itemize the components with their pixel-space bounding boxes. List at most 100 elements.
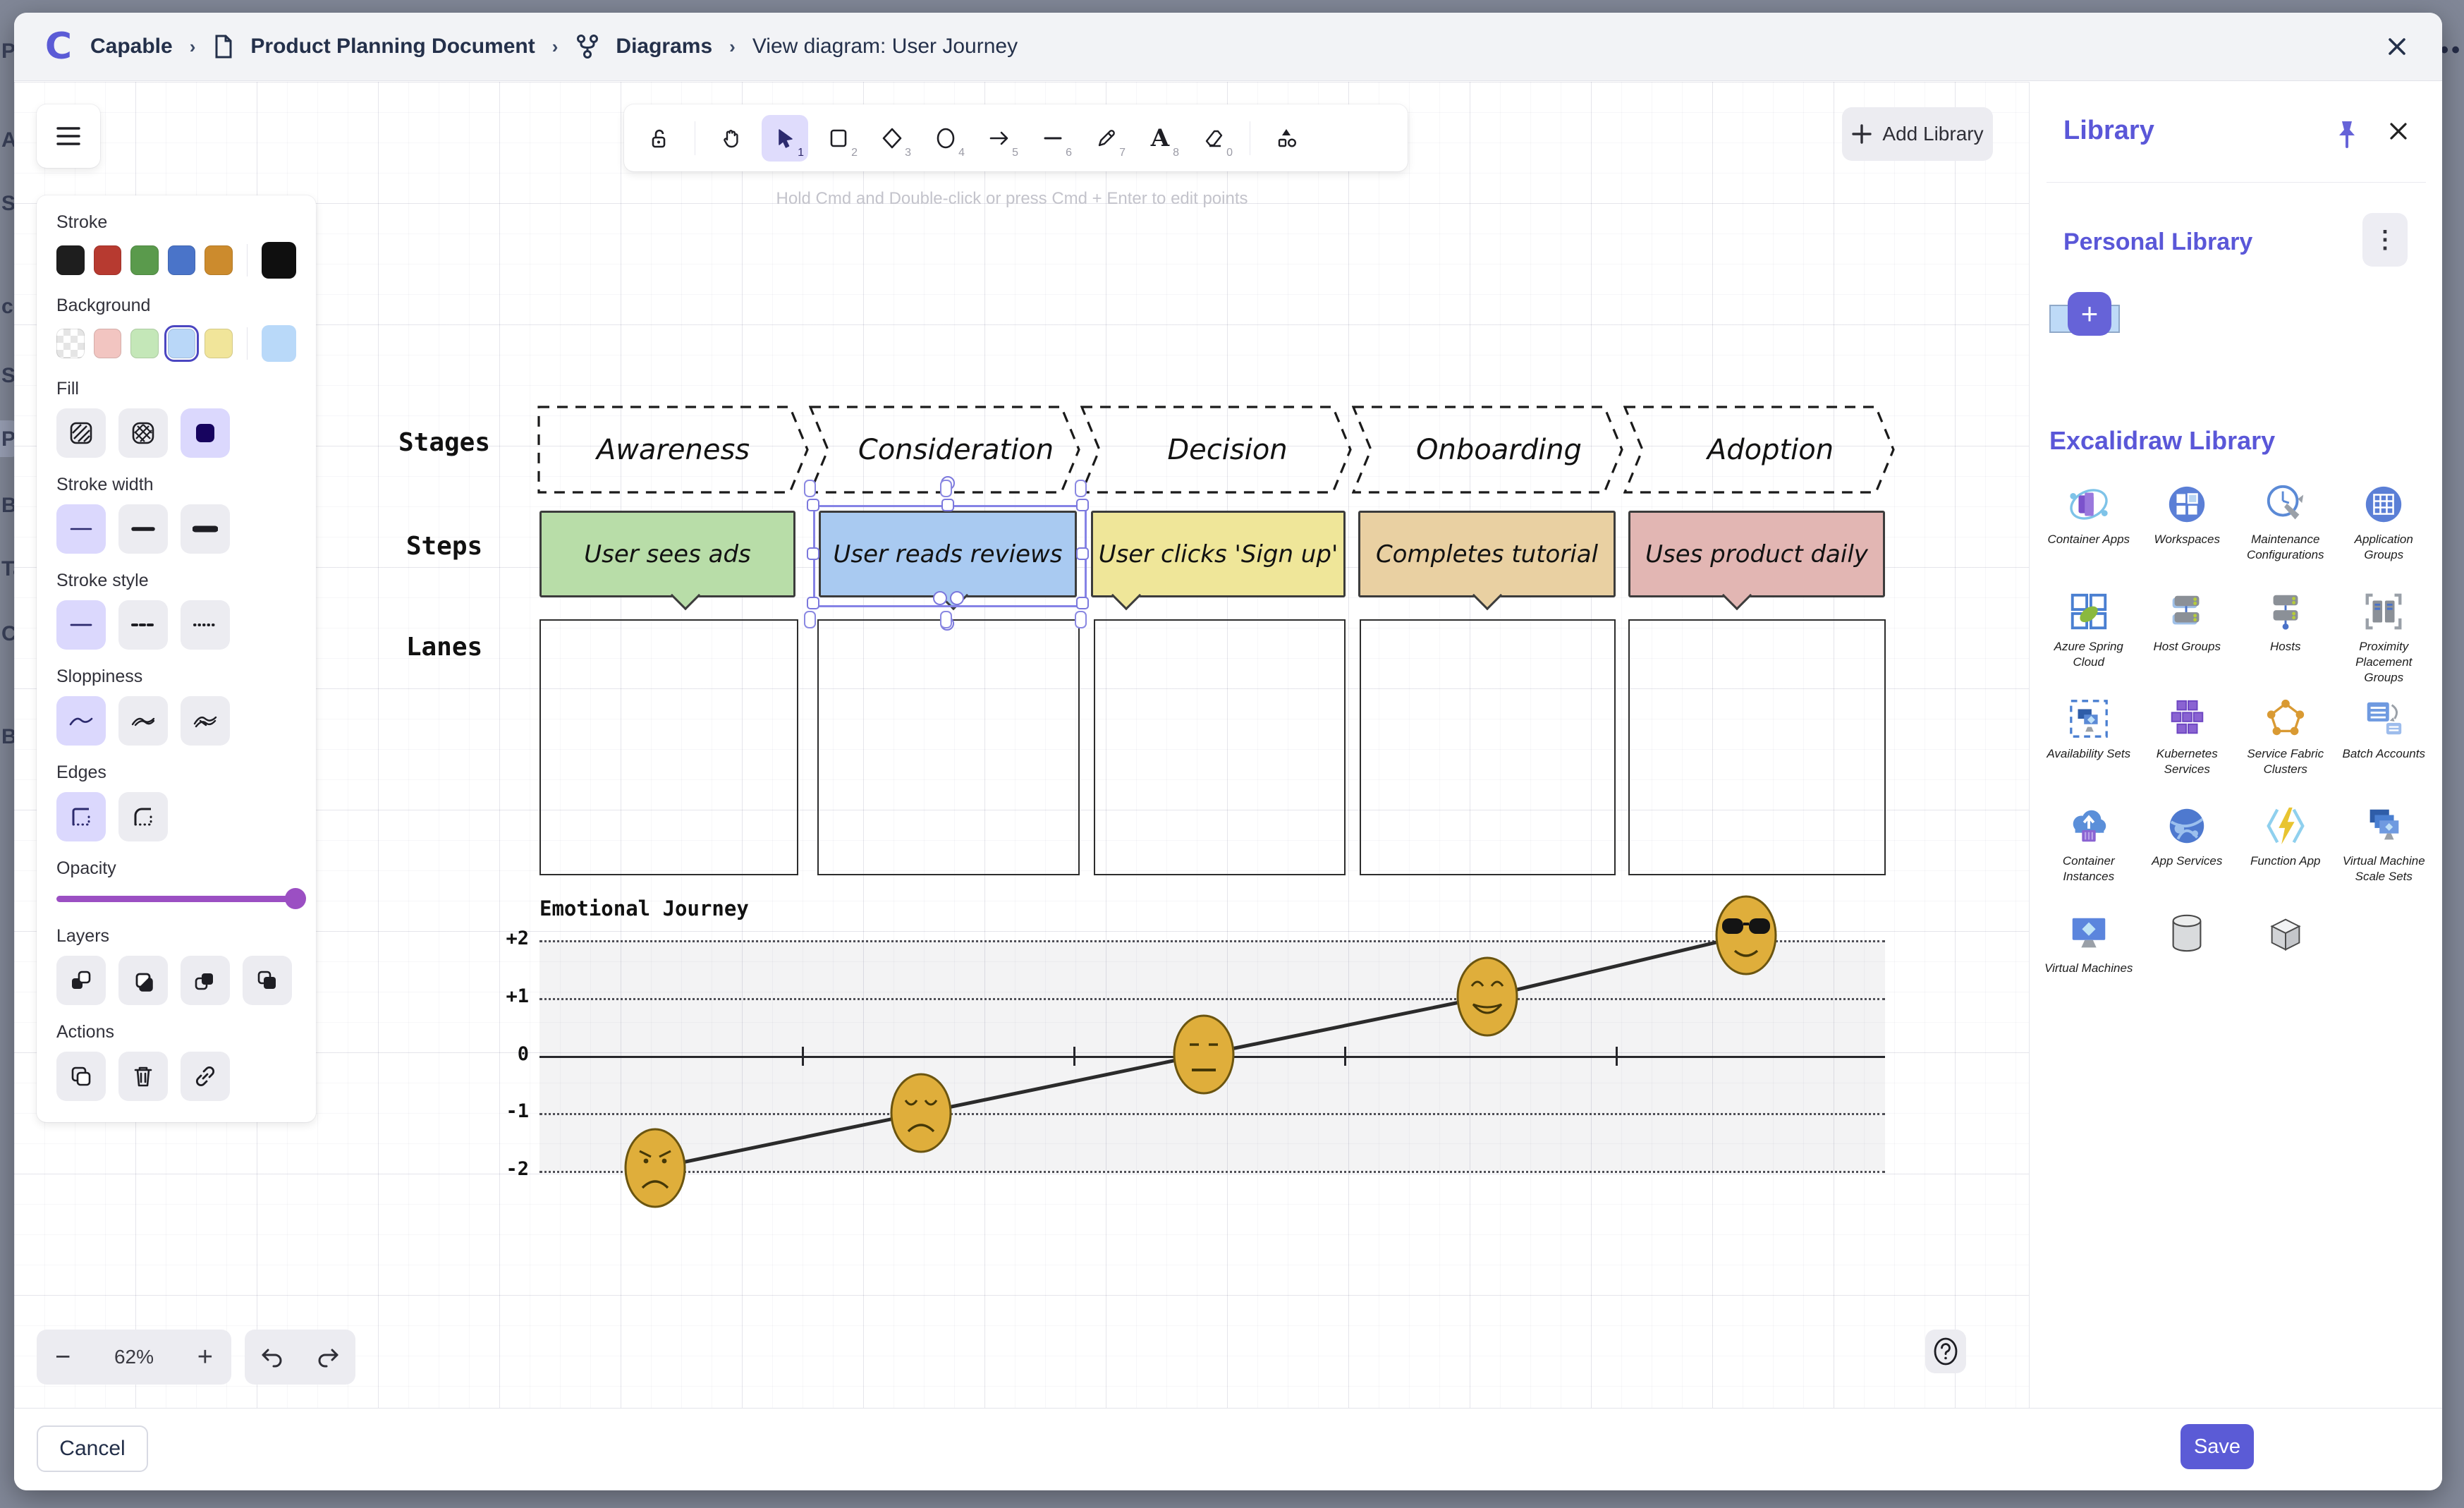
tool-diamond[interactable]: 3 [869,115,915,162]
save-button[interactable]: Save [2181,1424,2254,1469]
emoji-angry[interactable] [626,1129,685,1207]
add-library-button[interactable]: Add Library [1842,107,1993,161]
selection-handle-sw[interactable] [807,597,819,609]
edges-sharp-button[interactable] [56,792,106,841]
tool-more-shapes[interactable] [1263,115,1310,162]
library-item[interactable]: Kubernetes Services [2138,695,2237,801]
selection-handle-w[interactable] [807,547,819,560]
sloppiness-artist-button[interactable] [118,696,168,746]
stroke-width-thin-button[interactable] [56,504,106,554]
fill-crosshatch-button[interactable] [118,408,168,458]
emoji-cool[interactable] [1716,896,1776,974]
tool-ellipse[interactable]: 4 [922,115,969,162]
library-item[interactable]: Container Apps [2039,481,2138,587]
library-close-icon[interactable] [2386,118,2411,144]
tool-draw[interactable]: 7 [1083,115,1130,162]
tool-selection[interactable]: 1 [762,115,808,162]
background-color-swatch[interactable] [130,329,159,358]
lane-box[interactable] [817,619,1080,875]
zoom-in-button[interactable]: + [197,1344,213,1370]
stroke-color-swatch[interactable] [130,245,159,275]
bring-forward-button[interactable] [181,956,230,1005]
selection-handle-nw[interactable] [807,499,819,511]
opacity-knob[interactable] [285,888,306,909]
library-item[interactable]: Batch Accounts [2335,695,2434,801]
cancel-button[interactable]: Cancel [37,1425,148,1472]
sloppiness-architect-button[interactable] [56,696,106,746]
edges-round-button[interactable] [118,792,168,841]
stage-shape[interactable]: Adoption [1623,406,1895,494]
library-item[interactable] [2236,910,2335,1016]
lane-box[interactable] [1360,619,1616,875]
stroke-width-bold-button[interactable] [118,504,168,554]
background-color-swatch[interactable] [205,329,233,358]
modal-close-icon[interactable] [2381,31,2413,62]
zoom-out-button[interactable]: − [55,1344,71,1370]
background-color-swatch-transparent[interactable] [56,329,85,358]
step-bubble[interactable]: User sees ads [539,511,795,597]
lane-box[interactable] [1628,619,1886,875]
step-bubble[interactable]: Uses product daily [1628,511,1885,597]
menu-button[interactable] [37,104,100,168]
send-backward-button[interactable] [118,956,168,1005]
library-item[interactable] [2138,910,2237,1016]
emoji-neutral[interactable] [1174,1016,1233,1093]
emoji-happy[interactable] [1458,958,1517,1035]
library-item[interactable]: Container Instances [2039,803,2138,908]
selection-handle-se[interactable] [1076,597,1089,609]
library-item[interactable]: App Services [2138,803,2237,908]
step-bubble[interactable]: Completes tutorial [1358,511,1616,597]
excalidraw-canvas[interactable]: 1 2 3 4 5 6 7 [14,82,2029,1409]
tool-lock[interactable] [635,115,682,162]
breadcrumb-document[interactable]: Product Planning Document [250,35,535,59]
stroke-color-swatch[interactable] [168,245,196,275]
undo-button[interactable] [260,1346,285,1368]
library-item[interactable]: Maintenance Configurations [2236,481,2335,587]
selection-handle-s[interactable] [933,591,947,605]
link-button[interactable] [181,1052,230,1101]
library-item[interactable]: Azure Spring Cloud [2039,588,2138,694]
sloppiness-cartoonist-button[interactable] [181,696,230,746]
background-color-swatch[interactable] [94,329,122,358]
stroke-color-swatch[interactable] [205,245,233,275]
stroke-current-color[interactable] [262,242,296,279]
tool-hand[interactable] [708,115,755,162]
fill-solid-button[interactable] [181,408,230,458]
duplicate-button[interactable] [56,1052,106,1101]
tail-point-handle[interactable] [950,591,964,605]
stage-shape[interactable]: Awareness [537,406,809,494]
library-item[interactable]: Virtual Machine Scale Sets [2335,803,2434,908]
library-item[interactable]: Service Fabric Clusters [2236,695,2335,801]
library-item[interactable]: Availability Sets [2039,695,2138,801]
stage-shape[interactable]: Onboarding [1352,406,1623,494]
library-item[interactable]: Workspaces [2138,481,2237,587]
tool-line[interactable]: 6 [1030,115,1076,162]
tool-text[interactable]: A 8 [1137,115,1183,162]
selection-handle-e[interactable] [1076,547,1089,560]
help-button[interactable] [1925,1330,1966,1373]
library-item[interactable]: Function App [2236,803,2335,908]
opacity-slider[interactable] [56,888,303,909]
stroke-style-dotted-button[interactable] [181,600,230,650]
send-to-back-button[interactable] [56,956,106,1005]
lane-box[interactable] [539,619,798,875]
tool-rectangle[interactable]: 2 [815,115,862,162]
tool-eraser[interactable]: 0 [1190,115,1237,162]
personal-library-menu-button[interactable]: ⋮ [2362,213,2408,267]
stroke-color-swatch[interactable] [56,245,85,275]
stroke-style-dashed-button[interactable] [118,600,168,650]
lane-box[interactable] [1094,619,1346,875]
selection-handle-ne[interactable] [1076,499,1089,511]
bring-to-front-button[interactable] [243,956,292,1005]
breadcrumb-section[interactable]: Diagrams [616,35,712,59]
stroke-style-solid-button[interactable] [56,600,106,650]
emoji-sad[interactable] [891,1074,951,1152]
stroke-color-swatch[interactable] [94,245,122,275]
fill-hachure-button[interactable] [56,408,106,458]
library-item[interactable]: Host Groups [2138,588,2237,694]
library-item[interactable]: Hosts [2236,588,2335,694]
step-bubble[interactable]: User clicks 'Sign up' [1091,511,1346,597]
stroke-width-extrabold-button[interactable] [181,504,230,554]
selection-handle-n[interactable] [941,499,954,511]
library-item[interactable]: Application Groups [2335,481,2434,587]
